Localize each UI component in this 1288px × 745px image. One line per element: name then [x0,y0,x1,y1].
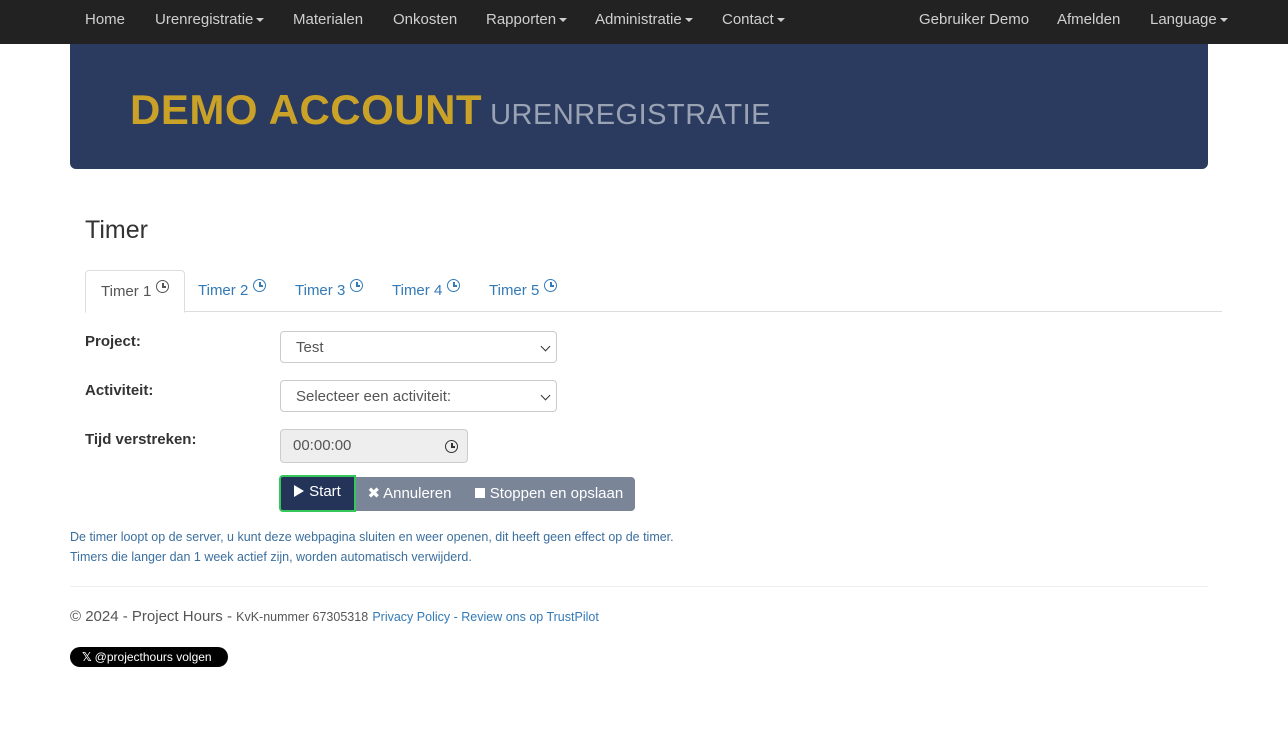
privacy-policy-link[interactable]: Privacy Policy [372,610,450,624]
caret-down-icon [256,18,265,23]
clock-icon [156,280,170,293]
caret-down-icon [684,18,693,23]
nav-administratie-label: Administratie [595,11,682,28]
start-button[interactable]: Start [279,475,356,512]
nav-language[interactable]: Language [1150,0,1228,40]
project-select-value: Test [296,339,324,356]
tab-timer-5[interactable]: Timer 5 [474,270,572,311]
close-icon: ✖ [367,485,381,502]
top-navbar: Home Urenregistratie Materialen Onkosten… [0,0,1288,44]
tab-timer-1[interactable]: Timer 1 [85,270,186,313]
caret-down-icon [559,18,568,23]
stop-icon [474,488,485,498]
info-note-2: Timers die langer dan 1 week actief zijn… [70,550,472,564]
brand-subtitle: URENREGISTRATIE [490,99,771,131]
activity-label: Activiteit: [85,382,154,399]
header-banner: DEMO ACCOUNT URENREGISTRATIE [70,44,1208,169]
stop-button-label: Stoppen en opslaan [489,485,624,502]
nav-materialen[interactable]: Materialen [293,0,363,40]
nav-home[interactable]: Home [85,0,125,40]
clock-icon [544,279,558,292]
caret-down-icon [776,18,785,23]
chevron-down-icon [540,341,551,352]
nav-rapporten-label: Rapporten [486,11,557,28]
tab-label: Timer 2 [198,282,249,299]
page-title: Timer [85,216,148,244]
nav-language-label: Language [1150,11,1217,28]
x-follow-button[interactable]: 𝕏 @projecthours volgen [70,647,228,667]
footer-divider [70,586,1208,587]
nav-logout[interactable]: Afmelden [1057,0,1120,40]
footer-kvk: KvK-nummer 67305318 [236,610,369,624]
clock-icon [445,440,458,453]
nav-administratie[interactable]: Administratie [595,0,693,40]
trustpilot-link[interactable]: Review ons op TrustPilot [461,610,599,624]
footer-copyright: © 2024 - Project Hours - [70,608,237,625]
nav-user[interactable]: Gebruiker Demo [919,0,1029,40]
elapsed-time-input: 00:00:00 [280,429,468,463]
x-follow-label: @projecthours volgen [94,650,212,664]
nav-onkosten[interactable]: Onkosten [393,0,457,40]
nav-contact-label: Contact [722,11,774,28]
elapsed-time-value: 00:00:00 [293,437,352,454]
tab-timer-2[interactable]: Timer 2 [183,270,281,311]
chevron-down-icon [540,390,551,401]
tab-timer-3[interactable]: Timer 3 [280,270,378,311]
tab-label: Timer 3 [295,282,346,299]
elapsed-label: Tijd verstreken: [85,431,197,448]
activity-select[interactable]: Selecteer een activiteit: [280,380,557,412]
info-note-1: De timer loopt op de server, u kunt deze… [70,530,674,544]
caret-down-icon [1219,18,1228,23]
tab-label: Timer 5 [489,282,540,299]
tab-label: Timer 1 [101,283,152,300]
clock-icon [350,279,364,292]
project-select[interactable]: Test [280,331,557,363]
tabs-divider [85,311,1222,312]
x-logo-icon: 𝕏 [82,650,92,664]
cancel-button-label: Annuleren [383,485,452,502]
start-button-label: Start [309,483,341,500]
tab-label: Timer 4 [392,282,443,299]
tab-timer-4[interactable]: Timer 4 [377,270,475,311]
brand: DEMO ACCOUNT URENREGISTRATIE [130,86,771,134]
clock-icon [253,279,267,292]
clock-icon [447,279,461,292]
nav-rapporten[interactable]: Rapporten [486,0,568,40]
brand-title: DEMO ACCOUNT [130,86,483,133]
nav-urenregistratie-label: Urenregistratie [155,11,254,28]
stop-and-save-button[interactable]: Stoppen en opslaan [463,477,635,511]
nav-contact[interactable]: Contact [722,0,785,40]
nav-urenregistratie[interactable]: Urenregistratie [155,0,265,40]
cancel-button[interactable]: ✖ Annuleren [356,477,463,511]
footer: © 2024 - Project Hours - KvK-nummer 6730… [70,608,599,625]
footer-separator: - [450,610,462,624]
activity-select-value: Selecteer een activiteit: [296,388,452,405]
play-icon [294,485,305,497]
project-label: Project: [85,333,141,350]
